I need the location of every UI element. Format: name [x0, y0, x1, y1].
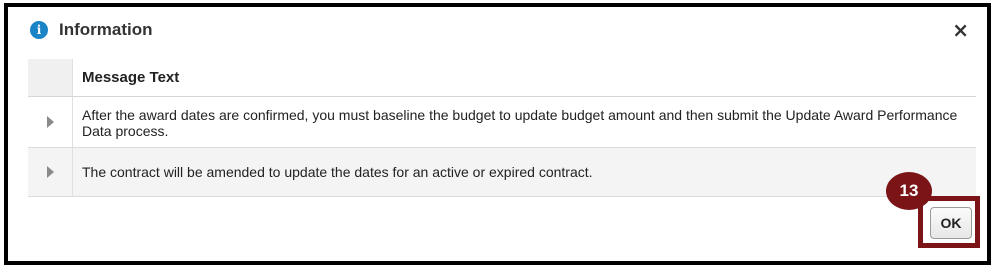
- table-row[interactable]: The contract will be amended to update t…: [28, 148, 976, 197]
- expand-icon[interactable]: [47, 166, 54, 178]
- info-icon: i: [30, 21, 48, 39]
- close-icon[interactable]: ×: [952, 18, 969, 42]
- row-handle-cell: [28, 148, 73, 196]
- dialog-header: i Information ×: [8, 7, 987, 49]
- row-handle-cell: [28, 97, 73, 147]
- message-text-cell: After the award dates are confirmed, you…: [82, 107, 958, 139]
- table-header-row: Message Text: [28, 59, 976, 97]
- ok-button[interactable]: OK: [930, 207, 972, 239]
- message-table: Message Text After the award dates are c…: [28, 59, 976, 197]
- header-handle-cell: [28, 59, 73, 96]
- table-row[interactable]: After the award dates are confirmed, you…: [28, 97, 976, 148]
- dialog-title: Information: [59, 20, 153, 39]
- expand-icon[interactable]: [47, 116, 54, 128]
- step-number-badge: 13: [886, 172, 932, 210]
- column-header-message-text: Message Text: [82, 69, 180, 86]
- message-text-cell: The contract will be amended to update t…: [82, 164, 593, 180]
- information-dialog: i Information × Message Text After the a…: [4, 3, 991, 265]
